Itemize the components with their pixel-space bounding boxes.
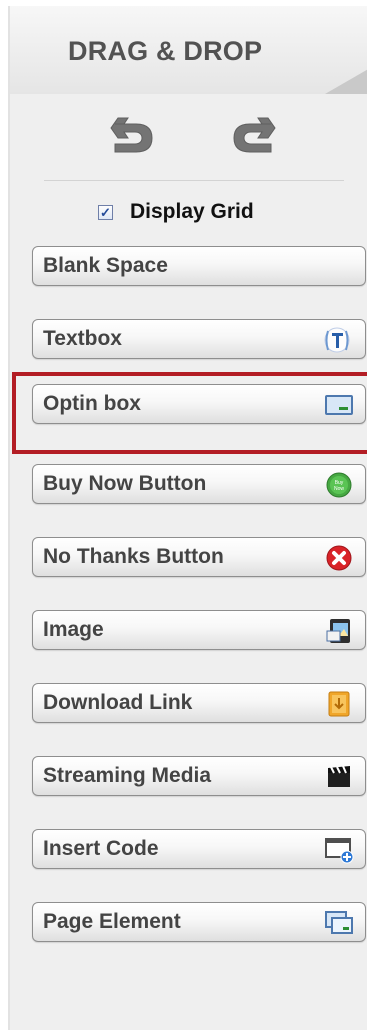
download-link-button[interactable]: Download Link xyxy=(32,683,366,723)
image-button[interactable]: Image xyxy=(32,610,366,650)
button-label: Image xyxy=(43,618,104,641)
page-title: DRAG & DROP xyxy=(68,36,263,66)
button-label: Textbox xyxy=(43,327,122,350)
selection-outline xyxy=(12,372,367,454)
close-icon xyxy=(323,544,355,572)
insert-code-button[interactable]: Insert Code xyxy=(32,829,366,869)
display-grid-label: Display Grid xyxy=(130,200,254,223)
redo-icon[interactable] xyxy=(230,116,276,158)
button-label: Blank Space xyxy=(43,254,168,277)
button-label: Insert Code xyxy=(43,837,159,860)
page-element-icon xyxy=(323,909,355,937)
svg-text:Now: Now xyxy=(334,486,344,492)
textbox-button[interactable]: Textbox xyxy=(32,319,366,359)
no-thanks-button[interactable]: No Thanks Button xyxy=(32,537,366,577)
divider xyxy=(44,180,344,181)
button-label: No Thanks Button xyxy=(43,545,224,568)
drag-drop-panel: DRAG & DROP ✓ Display Grid Blank Space T… xyxy=(8,6,367,1030)
button-label: Page Element xyxy=(43,910,181,933)
blank-space-button[interactable]: Blank Space xyxy=(32,246,366,286)
display-grid-checkbox[interactable]: ✓ xyxy=(98,204,113,220)
buy-now-button[interactable]: Buy Now Button Buy Now xyxy=(32,464,366,504)
streaming-media-button[interactable]: Streaming Media xyxy=(32,756,366,796)
page-element-button[interactable]: Page Element xyxy=(32,902,366,942)
button-label: Buy Now Button xyxy=(43,472,207,495)
download-icon xyxy=(323,690,355,718)
display-grid-toggle[interactable]: ✓ Display Grid xyxy=(98,200,254,224)
undo-icon[interactable] xyxy=(110,116,156,158)
button-label: Download Link xyxy=(43,691,193,714)
textbox-icon xyxy=(323,326,355,354)
button-label: Streaming Media xyxy=(43,764,212,787)
image-icon xyxy=(323,617,355,645)
video-icon xyxy=(323,763,355,791)
insert-code-icon xyxy=(323,836,355,864)
buy-now-icon: Buy Now xyxy=(323,471,355,499)
